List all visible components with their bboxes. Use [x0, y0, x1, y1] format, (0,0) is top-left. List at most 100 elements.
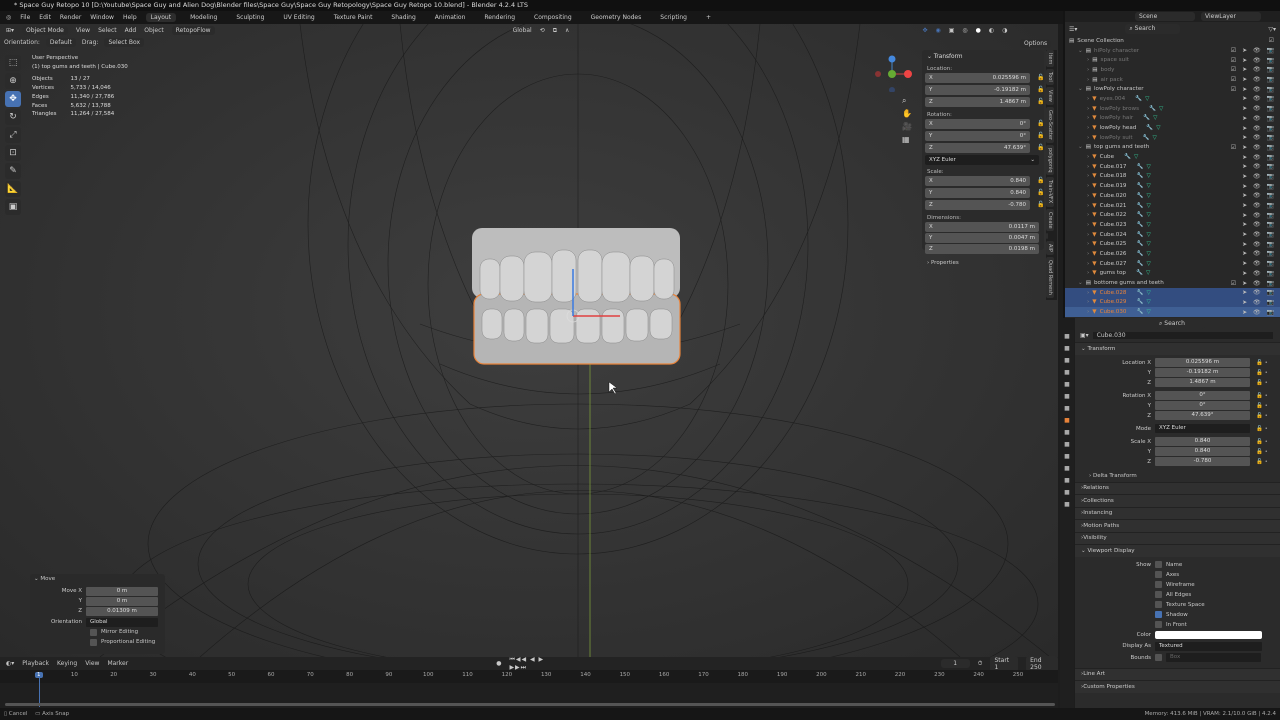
show-shadow-checkbox[interactable] [1155, 611, 1162, 618]
rotation-0-field[interactable]: 0° [1155, 391, 1250, 400]
expand-arrow-icon[interactable]: › [1087, 299, 1089, 305]
lock-icon[interactable]: 🔓 • [1256, 426, 1268, 432]
frame-ruler[interactable]: 1 10 20 30 40 50 60 70 80 90 100 110 120 130 140 150 16… [0, 670, 1058, 683]
outliner-row[interactable]: › ▼ gums top 🔧 ▽ ➤ 👁 📷 [1065, 269, 1280, 279]
visibility-toggles-icon[interactable]: ➤ 👁 📷 [1242, 163, 1276, 170]
panel-header-motion-paths[interactable]: › Motion Paths [1075, 519, 1280, 532]
collection-tab-icon[interactable]: ■ [1062, 405, 1072, 414]
viewlayer-selector[interactable]: ViewLayer [1201, 12, 1261, 21]
zoom-icon[interactable]: ⌕ [902, 94, 915, 107]
move-value-field[interactable]: 0 m [86, 596, 158, 606]
timeline-menu-view[interactable]: View [85, 660, 99, 667]
bounds-checkbox[interactable] [1155, 654, 1162, 661]
lock-icon[interactable]: 🔓 [1037, 86, 1044, 96]
visibility-toggles-icon[interactable]: ☑ ➤ 👁 📷 [1231, 47, 1276, 54]
panel-header-instancing[interactable]: › Instancing [1075, 506, 1280, 519]
outliner-row[interactable]: › ▼ Cube.023 🔧 ▽ ➤ 👁 📷 [1065, 220, 1280, 230]
outliner-row[interactable]: › ▤ air pack ☑ ➤ 👁 📷 [1065, 75, 1280, 85]
dimensions-y-field[interactable]: Y 0.0047 m [925, 233, 1039, 243]
visibility-toggles-icon[interactable]: ☑ ➤ 👁 📷 [1231, 86, 1276, 93]
expand-arrow-icon[interactable]: › [1087, 57, 1089, 63]
lock-icon[interactable]: 🔓 [1037, 144, 1044, 154]
gizmo-toggle-icon[interactable]: ✥ [922, 27, 927, 34]
current-frame-field[interactable]: 1 [940, 659, 970, 668]
show-all-edges-checkbox[interactable] [1155, 591, 1162, 598]
outliner-row[interactable]: › ▼ lowPoly brows 🔧 ▽ ➤ 👁 📷 [1065, 104, 1280, 114]
dimensions-x-field[interactable]: X 0.0117 m [925, 222, 1039, 232]
lock-icon[interactable]: 🔓 • [1256, 360, 1268, 366]
show-in-front-checkbox[interactable] [1155, 621, 1162, 628]
menu-file[interactable]: File [20, 14, 30, 21]
material-tab-icon[interactable]: ■ [1062, 489, 1072, 498]
outliner-row[interactable]: › ▤ space suit ☑ ➤ 👁 📷 [1065, 55, 1280, 65]
sidebar-tab[interactable]: Create [1046, 208, 1054, 232]
panel-header-visibility[interactable]: › Visibility [1075, 531, 1280, 544]
auto-keying-icon[interactable]: ● [496, 660, 501, 667]
rotation-1-field[interactable]: 0° [1155, 401, 1250, 410]
lock-icon[interactable]: 🔓 • [1256, 439, 1268, 445]
visibility-toggles-icon[interactable]: ➤ 👁 📷 [1242, 202, 1276, 209]
workspace-tab[interactable]: Scripting [655, 13, 692, 22]
timeline-scrollbar[interactable] [5, 703, 1055, 706]
location-2-field[interactable]: 1.4867 m [1155, 378, 1250, 387]
sidebar-tab[interactable] [1046, 233, 1048, 240]
texture-tab-icon[interactable]: ■ [1062, 501, 1072, 510]
show-name-checkbox[interactable] [1155, 561, 1162, 568]
visibility-toggles-icon[interactable]: ☑ ➤ 👁 📷 [1231, 57, 1276, 64]
outliner-row[interactable]: › ▼ Cube.020 🔧 ▽ ➤ 👁 📷 [1065, 191, 1280, 201]
transform-panel-header[interactable]: ⌄ Transform [1075, 342, 1280, 355]
select-box-icon[interactable]: ⬚ [5, 55, 21, 71]
navigation-gizmo[interactable]: ⌕ ✋ 🎥 ▦ [870, 52, 915, 152]
scale-tool-icon[interactable]: ⤢ [5, 127, 21, 143]
lock-icon[interactable]: 🔓 [1037, 201, 1044, 211]
outliner-row[interactable]: › ▼ eyes.004 🔧 ▽ ➤ 👁 📷 [1065, 94, 1280, 104]
xray-icon[interactable]: ▣ [949, 27, 955, 34]
lock-icon[interactable]: 🔓 • [1256, 370, 1268, 376]
visibility-toggles-icon[interactable]: ➤ 👁 📷 [1242, 270, 1276, 277]
timeline-menu-playback[interactable]: Playback [22, 660, 49, 667]
outliner-row[interactable]: › ▤ body ☑ ➤ 👁 📷 [1065, 65, 1280, 75]
proportional-editing-checkbox[interactable] [90, 638, 97, 646]
lock-icon[interactable]: 🔓 • [1256, 403, 1268, 409]
outliner-row[interactable]: › ▼ Cube.029 🔧 ▽ ➤ 👁 📷 [1065, 297, 1280, 308]
expand-arrow-icon[interactable]: › [1087, 193, 1089, 199]
particles-tab-icon[interactable]: ■ [1062, 441, 1072, 450]
outliner-search[interactable]: ⌕ Search [1125, 24, 1181, 34]
timeline-menu-marker[interactable]: Marker [107, 660, 128, 667]
header-menu-retopoflow[interactable]: RetopoFlow [171, 26, 215, 35]
data-tab-icon[interactable]: ■ [1062, 477, 1072, 486]
scene-tab-icon[interactable]: ■ [1062, 381, 1072, 390]
shading-wireframe-icon[interactable]: ◎ [962, 27, 967, 34]
expand-arrow-icon[interactable]: › [1087, 232, 1089, 238]
ortho-toggle-icon[interactable]: ▦ [902, 133, 915, 146]
modifiers-tab-icon[interactable]: ■ [1062, 429, 1072, 438]
location-y-field[interactable]: Y -0.19182 m [925, 85, 1030, 95]
visibility-toggles-icon[interactable]: ➤ 👁 📷 [1242, 105, 1276, 112]
snap-icon[interactable]: ⧉ [553, 27, 557, 35]
color-swatch[interactable] [1155, 631, 1262, 639]
expand-arrow-icon[interactable]: › [1087, 173, 1089, 179]
expand-arrow-icon[interactable]: › [1087, 96, 1089, 102]
scale-0-field[interactable]: 0.840 [1155, 437, 1250, 446]
transform-tool-icon[interactable]: ⊡ [5, 145, 21, 161]
expand-arrow-icon[interactable]: › [1087, 125, 1089, 131]
header-menu-object[interactable]: Object [144, 27, 164, 34]
move-value-field[interactable]: 0.01309 m [86, 606, 158, 616]
rotation-mode-dropdown[interactable]: XYZ Euler ⌄ [925, 155, 1039, 165]
sidebar-tab[interactable]: Tool [1046, 69, 1054, 86]
visibility-toggles-icon[interactable]: ➤ 👁 📷 [1242, 183, 1276, 190]
drag-dropdown[interactable]: Select Box [104, 38, 145, 47]
visibility-toggles-icon[interactable]: ➤ 👁 📷 [1242, 260, 1276, 267]
camera-view-icon[interactable]: 🎥 [902, 120, 915, 133]
shading-solid-icon[interactable]: ● [976, 27, 981, 34]
expand-arrow-icon[interactable]: › [1087, 270, 1089, 276]
visibility-toggles-icon[interactable]: ➤ 👁 📷 [1242, 250, 1276, 257]
visibility-toggles-icon[interactable]: ➤ 👁 📷 [1242, 134, 1276, 141]
workspace-tab[interactable]: Shading [386, 13, 420, 22]
expand-arrow-icon[interactable]: › [1087, 154, 1089, 160]
sidebar-tab[interactable]: Item [1046, 50, 1054, 68]
scale-1-field[interactable]: 0.840 [1155, 447, 1250, 456]
expand-arrow-icon[interactable]: › [1087, 164, 1089, 170]
expand-arrow-icon[interactable]: › [1087, 212, 1089, 218]
workspace-tab[interactable]: Modeling [185, 13, 222, 22]
